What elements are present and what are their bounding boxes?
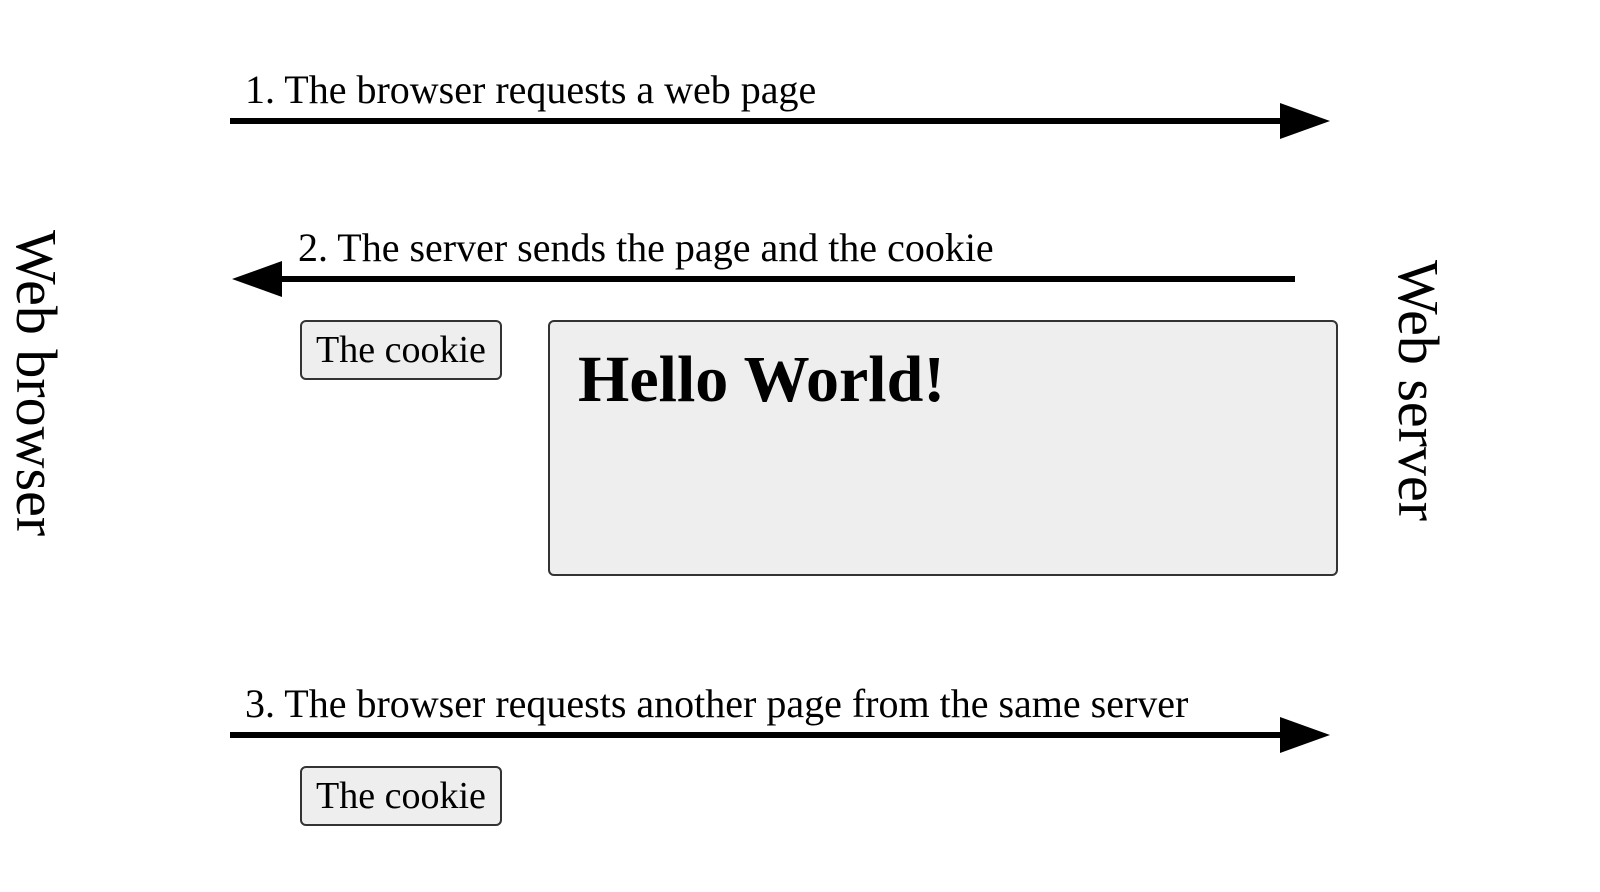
step-2-label: 2. The server sends the page and the coo… [298, 224, 994, 271]
page-content-box: Hello World! [548, 320, 1338, 576]
cookie-box-step-3: The cookie [300, 766, 502, 826]
step-1-label: 1. The browser requests a web page [245, 66, 816, 113]
step-3-label: 3. The browser requests another page fro… [245, 680, 1188, 727]
web-server-label: Web server [1385, 260, 1452, 521]
arrow-1-head-right-icon [1280, 103, 1330, 139]
web-browser-label: Web browser [3, 230, 70, 536]
arrow-2-head-left-icon [232, 261, 282, 297]
arrow-2-line [280, 276, 1295, 282]
arrow-3-line [230, 732, 1290, 738]
arrow-1-line [230, 118, 1290, 124]
arrow-3-head-right-icon [1280, 717, 1330, 753]
cookie-box-step-2: The cookie [300, 320, 502, 380]
